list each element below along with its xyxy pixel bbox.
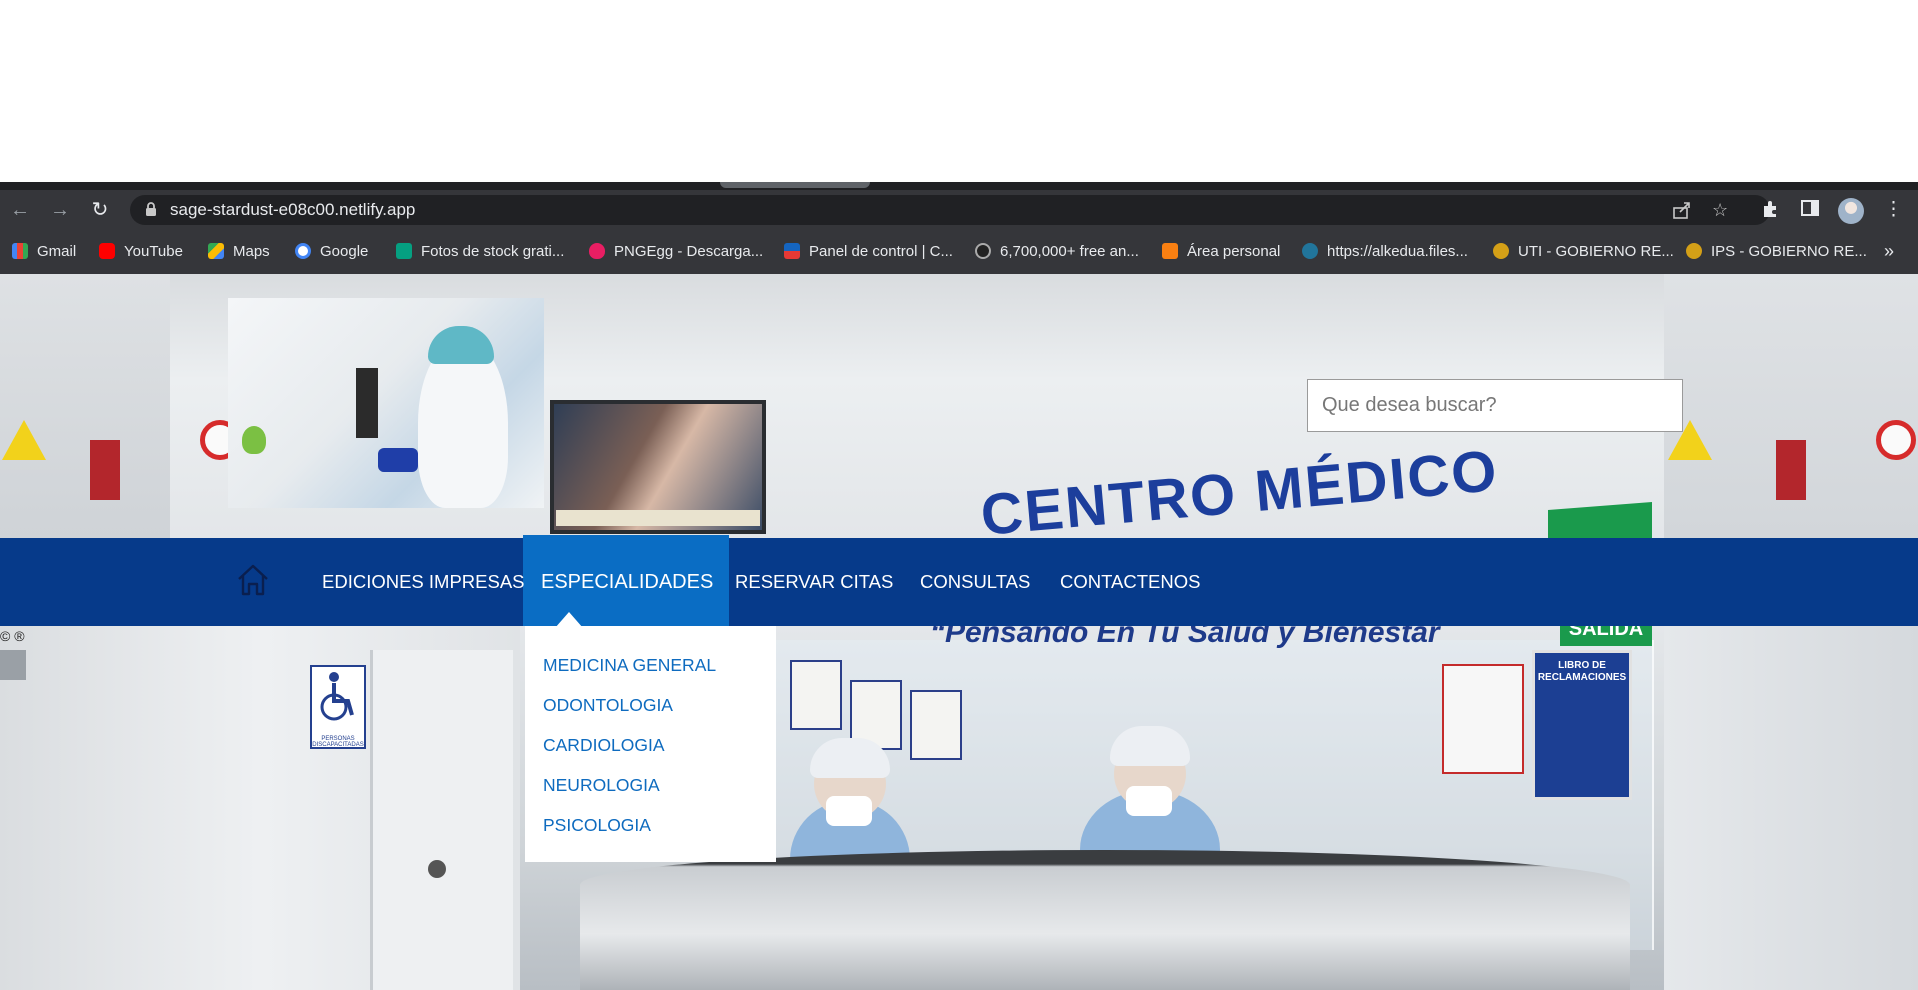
profile-avatar[interactable] [1838,198,1864,224]
fire-alarm-box [90,440,120,500]
blank-area [0,0,1918,182]
nav-contactenos[interactable]: CONTACTENOS [1060,538,1200,626]
flask [242,426,266,454]
header-photo-left-wall [0,274,170,538]
door [370,650,513,990]
nav-consultas[interactable]: CONSULTAS [920,538,1030,626]
bookmark-ips-gobierno[interactable]: IPS - GOBIERNO RE... [1686,239,1867,263]
bookmark-star-icon[interactable]: ☆ [1712,200,1728,220]
bookmark-alkedua[interactable]: https://alkedua.files... [1302,239,1468,263]
blue-gloves [378,448,418,472]
home-icon[interactable] [235,562,271,598]
bookmark-maps[interactable]: Maps [208,239,270,263]
pngegg-icon [589,243,605,259]
browser-window-edge [0,182,1918,190]
bookmark-freepik[interactable]: 6,700,000+ free an... [975,239,1139,263]
extensions-icon[interactable] [1760,198,1782,227]
moodle-icon [1162,243,1178,259]
gobierno-icon [1686,243,1702,259]
accessibility-sign-label: PERSONAS DISCAPACITADAS [312,736,364,748]
bookmark-uti-gobierno[interactable]: UTI - GOBIERNO RE... [1493,239,1674,263]
search-input[interactable] [1307,379,1683,432]
lab-photo [228,298,544,508]
nav-reservar-citas[interactable]: RESERVAR CITAS [735,538,893,626]
more-bookmarks-icon[interactable]: » [1884,239,1894,263]
panel-icon [784,243,800,259]
url-text[interactable]: sage-stardust-e08c00.netlify.app [170,200,415,220]
bookmark-youtube[interactable]: YouTube [99,239,183,263]
back-icon[interactable]: ← [8,198,32,222]
maps-icon [208,243,224,259]
wordpress-icon [1302,243,1318,259]
side-panel-icon[interactable] [1800,198,1820,225]
certificate-frame [910,690,962,760]
share-icon[interactable] [1672,200,1692,224]
lock-icon[interactable] [145,202,157,216]
youtube-icon [99,243,115,259]
copyright-marks: © ® [0,628,25,644]
nav-ediciones-impresas[interactable]: EDICIONES IMPRESAS [322,538,525,626]
bookmark-pexels[interactable]: Fotos de stock grati... [396,239,564,263]
dropdown-item-odontologia[interactable]: ODONTOLOGIA [543,695,673,716]
dropdown-item-neurologia[interactable]: NEUROLOGIA [543,775,660,796]
freepik-icon [975,243,991,259]
dropdown-item-cardiologia[interactable]: CARDIOLOGIA [543,735,665,756]
microscope [356,368,378,438]
nav-especialidades[interactable]: ESPECIALIDADES [541,538,713,626]
google-icon [295,243,311,259]
receptionist-left-mask [826,796,872,826]
reload-icon[interactable]: ↻ [88,198,112,222]
bookmark-google[interactable]: Google [295,239,368,263]
certificate-frame [790,660,842,730]
pexels-icon [396,243,412,259]
bookmark-gmail[interactable]: Gmail [12,239,76,263]
tv-caption [556,510,760,526]
bookmark-panel[interactable]: Panel de control | C... [784,239,953,263]
gobierno-icon [1493,243,1509,259]
tab-strip-indicator [720,182,870,188]
dropdown-item-medicina-general[interactable]: MEDICINA GENERAL [543,655,716,676]
hairnet [428,326,494,364]
dropdown-item-psicologia[interactable]: PSICOLOGIA [543,815,651,836]
bookmark-pngegg[interactable]: PNGEgg - Descarga... [589,239,763,263]
receptionist-right-mask [1126,786,1172,816]
fire-alarm-box [1776,440,1806,500]
reception-counter [580,850,1630,990]
reception-right-wall [1664,626,1918,990]
complaints-book-label: LIBRO DE RECLAMACIONES [1537,660,1627,683]
door-knob [428,860,446,878]
forward-icon[interactable]: → [48,198,72,222]
menu-kebab-icon[interactable]: ⋮ [1884,198,1903,222]
bookmark-area-personal[interactable]: Área personal [1162,239,1280,263]
emergency-notice [1442,664,1524,774]
wall-fixture [0,650,26,680]
prohibition-sign [1876,420,1916,460]
gmail-icon [12,243,28,259]
